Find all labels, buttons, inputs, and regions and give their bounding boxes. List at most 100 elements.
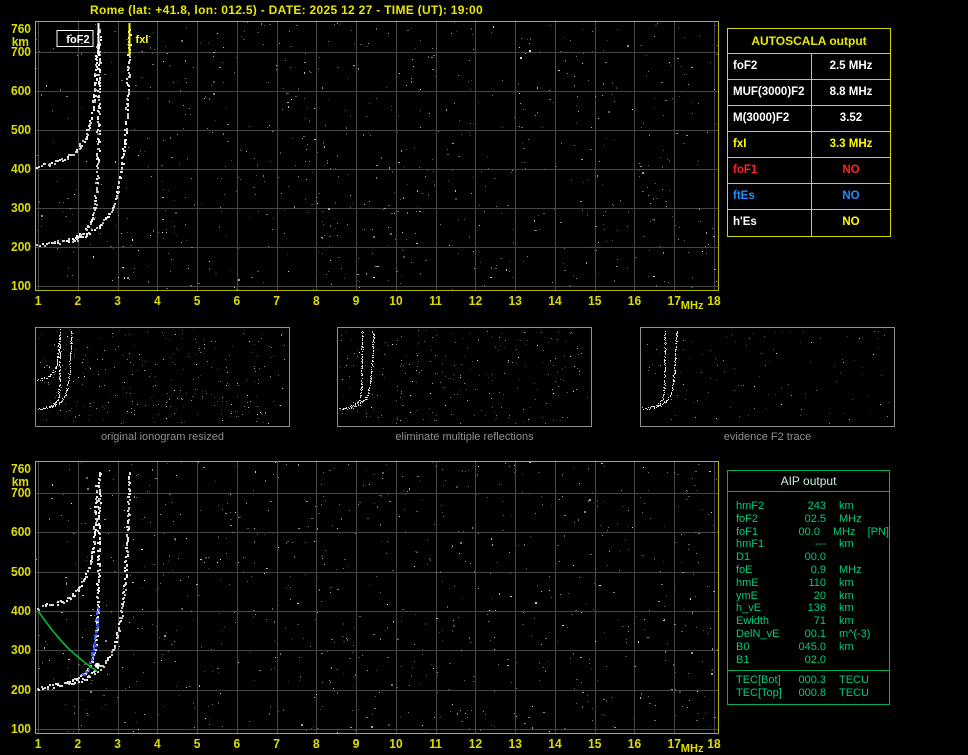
aip-unit xyxy=(826,654,874,667)
aip-label: h_vE xyxy=(736,602,762,615)
aip-label: foF2 xyxy=(736,512,759,525)
aip-unit: km xyxy=(839,640,854,653)
autoscala-param-value: 3.3 MHz xyxy=(829,138,873,150)
aip-label: B0 xyxy=(736,640,750,653)
page-title: Rome (lat: +41.8, lon: 012.5) - DATE: 20… xyxy=(90,3,483,17)
aip-note xyxy=(874,551,876,564)
aip-unit: km xyxy=(839,589,854,602)
aip-value: 00.0 xyxy=(804,551,826,564)
aip-value: 00.0 xyxy=(798,525,820,538)
aip-label: ymE xyxy=(736,589,758,602)
aip-value: 02.5 xyxy=(804,512,826,525)
aip-table: hmF2 243 km foF2 02.5 MHz foF1 00.0 MHz [PN] hmF1 -… xyxy=(728,492,889,666)
autoscala-panel-title: AUTOSCALA output xyxy=(728,29,890,54)
aip-row: hmF1 --- km xyxy=(736,538,889,551)
autoscala-row: MUF(3000)F2 8.8 MHz xyxy=(728,80,890,106)
aip-row: B1 02.0 xyxy=(736,654,889,667)
aip-value: 71 xyxy=(813,615,826,628)
aip-row: ymE 20 km xyxy=(736,590,889,603)
autoscala-row: h'Es NO xyxy=(728,210,890,236)
thumbnail-canvas-original xyxy=(36,328,289,426)
aip-value: 00.1 xyxy=(804,627,826,640)
aip-panel-title: AIP output xyxy=(728,471,889,492)
autoscala-param-label: ftEs xyxy=(728,184,812,209)
aip-unit xyxy=(826,551,874,564)
aip-row: D1 00.0 xyxy=(736,551,889,564)
autoscala-param-value: 2.5 MHz xyxy=(829,60,873,72)
ionogram-profile-canvas xyxy=(0,456,722,755)
aip-note xyxy=(874,654,876,667)
aip-value: 136 xyxy=(807,602,826,615)
aip-value: 045.0 xyxy=(798,640,826,653)
aip-row: foF1 00.0 MHz [PN] xyxy=(736,526,889,539)
aip-value: 20 xyxy=(813,589,826,602)
autoscala-param-value: NO xyxy=(842,216,860,228)
aip-unit: m^(-3) xyxy=(839,627,871,640)
aip-tec-table: TEC[Bot] 000.3 TECU TEC[Top] 000.8 TECU xyxy=(728,673,889,700)
aip-label: hmF1 xyxy=(736,538,765,551)
autoscala-param-value: NO xyxy=(842,190,860,202)
aip-label: DelN_vE xyxy=(736,627,780,640)
aip-unit: MHz xyxy=(832,525,856,538)
aip-unit: km xyxy=(839,576,854,589)
aip-row: Ewidth 71 km xyxy=(736,615,889,628)
autoscala-row: foF1 NO xyxy=(728,158,890,184)
aip-row: hmE 110 km xyxy=(736,577,889,590)
thumbnail-canvas-no-multiples xyxy=(338,328,591,426)
autoscala-row: M(3000)F2 3.52 xyxy=(728,106,890,132)
aip-row: foF2 02.5 MHz xyxy=(736,513,889,526)
autoscala-param-label: fxI xyxy=(728,132,812,157)
aip-label: TEC[Top] xyxy=(736,687,782,700)
autoscala-param-value: 3.52 xyxy=(839,112,863,124)
aip-note xyxy=(874,628,876,641)
aip-note xyxy=(874,687,876,700)
aip-note xyxy=(874,615,876,628)
aip-unit: km xyxy=(839,500,854,512)
aip-label: foE xyxy=(736,563,753,576)
aip-note: [PN] xyxy=(867,525,889,538)
aip-note xyxy=(874,590,876,603)
aip-value: 0.9 xyxy=(810,563,826,576)
autoscala-row: fxI 3.3 MHz xyxy=(728,132,890,158)
aip-row: h_vE 136 km xyxy=(736,602,889,615)
autoscala-param-label: foF2 xyxy=(728,54,812,79)
aip-value: 110 xyxy=(808,576,826,589)
aip-unit: km xyxy=(839,538,854,551)
aip-label: Ewidth xyxy=(736,615,770,628)
aip-value: 000.8 xyxy=(798,687,826,700)
aip-note xyxy=(874,538,876,551)
autoscala-param-label: h'Es xyxy=(728,210,812,236)
aip-unit: TECU xyxy=(839,687,869,700)
aip-label: hmE xyxy=(736,576,759,589)
autoscala-param-label: M(3000)F2 xyxy=(728,106,812,131)
thumbnail-f2-trace: evidence F2 trace xyxy=(640,327,895,443)
aip-note xyxy=(874,641,876,654)
aip-label: foF1 xyxy=(736,525,759,538)
autoscala-param-value: 8.8 MHz xyxy=(829,86,873,98)
aip-value: 02.0 xyxy=(804,653,826,666)
aip-separator xyxy=(728,670,889,672)
aip-value: 000.3 xyxy=(798,674,826,687)
aip-label: hmF2 xyxy=(736,500,765,512)
aip-unit: MHz xyxy=(839,563,862,576)
autoscala-param-label: MUF(3000)F2 xyxy=(728,80,812,105)
autoscala-screen: Rome (lat: +41.8, lon: 012.5) - DATE: 20… xyxy=(0,0,968,755)
aip-unit: km xyxy=(839,615,854,628)
thumbnail-caption: evidence F2 trace xyxy=(723,431,812,443)
thumbnail-caption: original ionogram resized xyxy=(101,431,224,443)
aip-note xyxy=(874,674,876,687)
aip-label: TEC[Bot] xyxy=(736,674,781,687)
thumbnail-canvas-f2-trace xyxy=(641,328,894,426)
aip-row: TEC[Bot] 000.3 TECU xyxy=(736,674,889,687)
aip-note xyxy=(874,500,876,513)
aip-label: D1 xyxy=(736,551,751,564)
aip-unit: TECU xyxy=(839,674,869,687)
aip-row: DelN_vE 00.1 m^(-3) xyxy=(736,628,889,641)
aip-row: hmF2 243 km xyxy=(736,500,889,513)
aip-note xyxy=(874,577,876,590)
aip-row: B0 045.0 km xyxy=(736,641,889,654)
thumbnail-original-ionogram: original ionogram resized xyxy=(35,327,290,443)
aip-row: TEC[Top] 000.8 TECU xyxy=(736,687,889,700)
thumbnail-caption: eliminate multiple reflections xyxy=(395,431,534,443)
ionogram-main-canvas xyxy=(0,16,722,316)
